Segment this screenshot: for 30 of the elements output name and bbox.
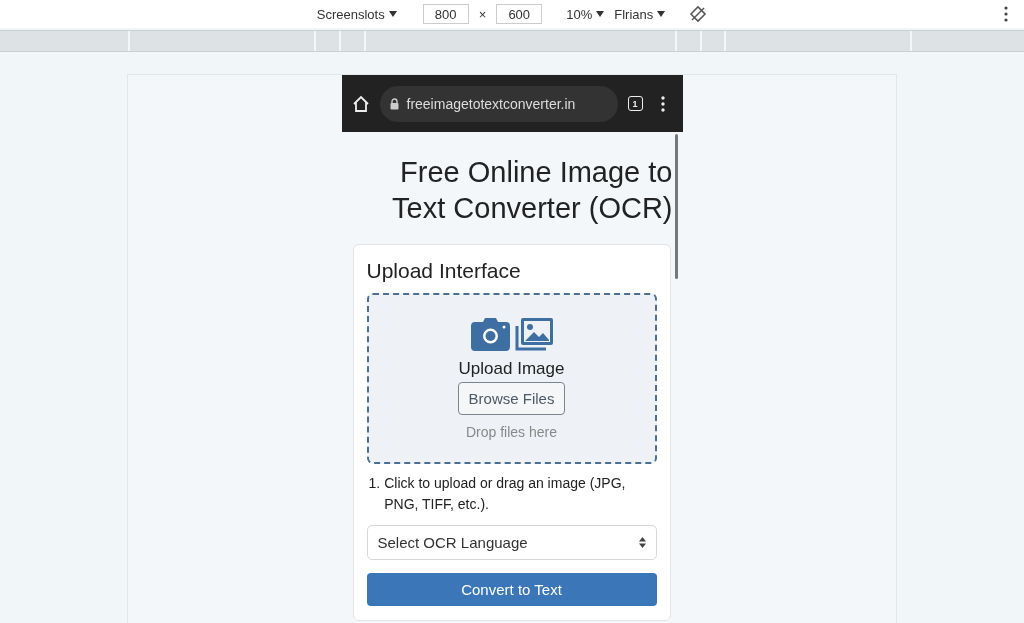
drop-zone[interactable]: Upload Image Browse Files Drop files here (366, 293, 657, 464)
camera-icon (470, 317, 510, 351)
caret-icon (388, 11, 397, 17)
drop-hint: Drop files here (465, 423, 557, 440)
instruction-text: Click to upload or drag an image (JPG, PNG, TIFF, etc.). (384, 474, 627, 514)
rotate-icon[interactable] (689, 5, 708, 23)
device-dropdown[interactable]: Screenslots (316, 6, 397, 22)
home-icon[interactable] (351, 94, 370, 113)
times-sign: × (478, 6, 487, 22)
tab-count-button[interactable]: 1 (627, 96, 643, 111)
lock-icon (389, 97, 399, 110)
list-number: 1. (368, 474, 381, 493)
zoom-dropdown[interactable]: 10% (566, 6, 605, 22)
language-select[interactable]: Select OCR Language (366, 525, 657, 560)
throttle-dropdown[interactable]: Flrians (614, 6, 666, 22)
sort-arrows-icon (638, 537, 646, 548)
browse-files-button[interactable]: Browse Files (457, 381, 566, 415)
page-title: Free Online Image to Text Converter (OCR) (391, 155, 673, 226)
height-field[interactable]: 600 (496, 4, 543, 24)
scrollbar[interactable] (674, 134, 678, 279)
width-field[interactable]: 800 (422, 4, 469, 24)
menu-icon[interactable] (660, 95, 665, 112)
address-bar[interactable]: freeimagetotextconverter.in (379, 85, 618, 122)
convert-button[interactable]: Convert to Text (366, 573, 657, 606)
upload-label: Upload Image (458, 358, 565, 379)
more-icon[interactable] (1004, 6, 1008, 22)
card-heading: Upload Interface (366, 259, 522, 283)
caret-icon (657, 11, 666, 17)
images-icon (513, 317, 553, 352)
caret-icon (596, 11, 605, 17)
